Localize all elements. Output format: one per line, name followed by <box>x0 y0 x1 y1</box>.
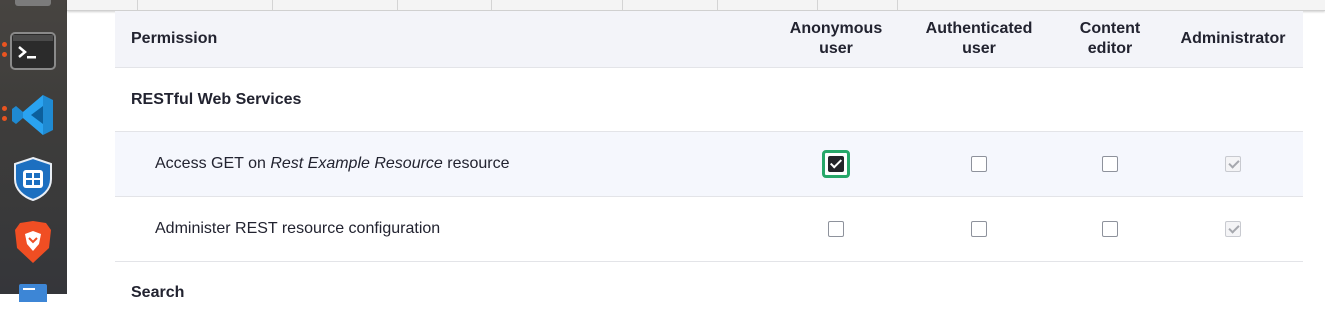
administrator-checkbox <box>1225 156 1241 172</box>
group-row: Search <box>115 262 1303 301</box>
group-title: RESTful Web Services <box>131 90 302 108</box>
document-app-icon[interactable] <box>9 282 57 330</box>
terminal-icon[interactable] <box>9 27 57 75</box>
authenticated-user-checkbox[interactable] <box>971 156 987 172</box>
brave-browser-icon[interactable] <box>9 218 57 266</box>
ubuntu-dock <box>0 0 67 304</box>
column-header-authenticated: Authenticated user <box>925 20 1033 57</box>
permission-label: Access GET on Rest Example Resource reso… <box>155 155 510 172</box>
running-indicator <box>2 52 7 57</box>
permission-row: Administer REST resource configuration <box>115 197 1303 262</box>
anonymous-user-checkbox[interactable] <box>828 221 844 237</box>
running-indicator <box>2 42 7 47</box>
permission-row: Access GET on Rest Example Resource reso… <box>115 132 1303 197</box>
shield-app-icon[interactable] <box>9 155 57 203</box>
table-header: Permission Anonymous user Authenticated … <box>115 11 1303 68</box>
running-indicator <box>2 116 7 121</box>
column-header-anonymous: Anonymous user <box>789 20 883 57</box>
checkmark-icon <box>828 156 844 172</box>
anonymous-user-checkbox[interactable] <box>822 150 850 178</box>
column-header-administrator: Administrator <box>1180 30 1286 47</box>
top-tab-strip <box>67 0 1325 11</box>
permission-column-header: Permission <box>131 30 218 47</box>
content-editor-checkbox[interactable] <box>1102 156 1118 172</box>
content-editor-checkbox[interactable] <box>1102 221 1118 237</box>
permissions-table: Permission Anonymous user Authenticated … <box>115 11 1303 301</box>
column-header-content-editor: Content editor <box>1079 20 1141 57</box>
vscode-icon[interactable] <box>9 91 57 139</box>
group-title: Search <box>131 284 185 301</box>
running-indicator <box>2 106 7 111</box>
group-row: RESTful Web Services <box>115 68 1303 132</box>
administrator-checkbox <box>1225 221 1241 237</box>
permission-label: Administer REST resource configuration <box>155 220 441 237</box>
authenticated-user-checkbox[interactable] <box>971 221 987 237</box>
